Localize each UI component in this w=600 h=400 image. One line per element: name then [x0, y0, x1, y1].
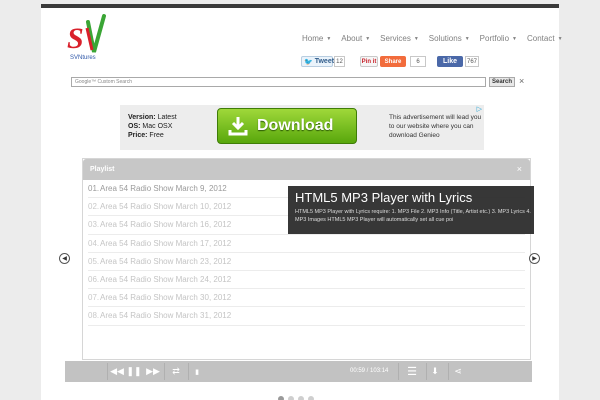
time-display: 00:59 / 103:14 [350, 368, 389, 374]
main-nav: Home ▼ About ▼ Services ▼ Solutions ▼ Portfolio ▼… [302, 34, 573, 43]
nav-item-services[interactable]: Services ▼ [380, 34, 419, 43]
twitter-bird-icon: 🐦 [304, 58, 313, 66]
price-value: Free [149, 132, 164, 139]
tweet-label: Tweet [314, 58, 335, 65]
slide-caption: HTML5 MP3 Player with Lyrics HTML5 MP3 P… [288, 186, 534, 234]
sv-logo[interactable]: S [66, 14, 106, 60]
playlist-track[interactable]: 06. Area 54 Radio Show March 24, 2012 [88, 271, 525, 290]
divider [448, 363, 449, 380]
nav-label: About [341, 34, 363, 43]
shuffle-icon[interactable]: ⇄ [168, 361, 184, 382]
nav-label: Solutions [428, 34, 462, 43]
nav-item-home[interactable]: Home ▼ [302, 34, 331, 43]
search-button[interactable]: Search [489, 77, 515, 87]
chevron-down-icon: ▼ [365, 35, 371, 42]
volume-icon[interactable]: ▮ [193, 361, 201, 382]
previous-icon[interactable]: ◀◀ [109, 361, 125, 382]
playlist-track[interactable]: 05. Area 54 Radio Show March 23, 2012 [88, 253, 525, 271]
chevron-down-icon: ▼ [512, 35, 517, 42]
divider [164, 363, 165, 380]
track-number: 06. [88, 275, 100, 285]
prev-slide-icon[interactable]: ◀ [59, 253, 70, 264]
track-title: Area 54 Radio Show March 10, 2012 [100, 202, 232, 212]
chevron-down-icon: ▼ [326, 35, 332, 42]
download-button[interactable]: Download [217, 108, 357, 144]
nav-item-solutions[interactable]: Solutions ▼ [429, 34, 470, 43]
track-number: 04. [88, 238, 100, 248]
os-label: OS: [128, 123, 141, 130]
track-title: Area 54 Radio Show March 16, 2012 [100, 220, 232, 230]
close-icon[interactable]: × [517, 164, 522, 174]
track-number: 01. [88, 184, 100, 194]
divider [426, 363, 427, 380]
facebook-like-button[interactable]: Like [437, 56, 463, 67]
search-placeholder: Google™ Custom Search [75, 79, 132, 85]
divider [398, 363, 399, 380]
playlist-title: Playlist [90, 166, 115, 173]
download-icon [228, 117, 248, 136]
slider-pagination [278, 396, 314, 400]
search-input[interactable]: Google™ Custom Search [71, 77, 486, 87]
advertisement[interactable]: ▷ Version: Latest OS: Mac OSX Price: Fre… [120, 105, 484, 150]
track-number: 07. [88, 293, 100, 303]
nav-label: Portfolio [479, 34, 510, 43]
svg-text:S: S [67, 22, 84, 55]
track-title: Area 54 Radio Show March 30, 2012 [100, 293, 232, 303]
next-icon[interactable]: ▶▶ [145, 361, 161, 382]
playlist-track[interactable]: 04. Area 54 Radio Show March 17, 2012 [88, 235, 525, 253]
track-number: 02. [88, 202, 100, 212]
next-slide-icon[interactable]: ▶ [529, 253, 540, 264]
logo-tagline: SVNtures [70, 55, 96, 61]
track-number: 08. [88, 311, 100, 321]
version-value: Latest [157, 114, 177, 121]
track-title: Area 54 Radio Show March 9, 2012 [100, 184, 227, 194]
chevron-down-icon: ▼ [413, 35, 419, 42]
download-label: Download [257, 117, 334, 134]
like-count: 767 [465, 56, 479, 67]
track-number: 03. [88, 220, 100, 230]
track-title: Area 54 Radio Show March 31, 2012 [100, 311, 232, 321]
slide-title: HTML5 MP3 Player with Lyrics [295, 190, 473, 205]
ad-info: Version: Latest OS: Mac OSX Price: Free [128, 113, 177, 140]
tweet-button[interactable]: 🐦 Tweet [301, 56, 335, 67]
track-title: Area 54 Radio Show March 17, 2012 [100, 238, 232, 248]
price-label: Price: [128, 132, 148, 139]
os-value: Mac OSX [142, 123, 173, 130]
version-label: Version: [128, 114, 156, 121]
playlist-track[interactable]: 07. Area 54 Radio Show March 30, 2012 [88, 289, 525, 308]
divider [107, 363, 108, 380]
nav-label: Services [380, 34, 411, 43]
chevron-down-icon: ▼ [557, 35, 563, 42]
playlist-header: Playlist × [83, 159, 530, 180]
chevron-down-icon: ▼ [464, 35, 470, 42]
nav-item-about[interactable]: About ▼ [341, 34, 370, 43]
top-bar [41, 4, 559, 8]
pause-icon[interactable]: ❚❚ [126, 361, 142, 382]
track-number: 05. [88, 256, 100, 266]
share-count: 6 [410, 56, 426, 67]
nav-label: Home [302, 34, 324, 43]
slider-dot[interactable] [308, 396, 314, 400]
divider [188, 363, 189, 380]
share-icon[interactable]: ⋖ [451, 361, 465, 382]
slider-dot[interactable] [298, 396, 304, 400]
close-icon[interactable]: × [519, 76, 524, 86]
player-controls: ◀◀ ❚❚ ▶▶ ⇄ ▮ 00:59 / 103:14 ☰ ⬇ ⋖ [65, 361, 532, 382]
track-title: Area 54 Radio Show March 23, 2012 [100, 256, 232, 266]
playlist-icon[interactable]: ☰ [402, 361, 422, 382]
ad-choices-icon[interactable]: ▷ [477, 105, 482, 113]
share-button[interactable]: Share [380, 56, 406, 67]
ad-text: This advertisement will lead you to our … [389, 114, 482, 139]
download-icon[interactable]: ⬇ [428, 361, 442, 382]
playlist-track[interactable]: 08. Area 54 Radio Show March 31, 2012 [88, 307, 525, 326]
nav-label: Contact [526, 34, 555, 43]
pin-it-button[interactable]: Pin it [360, 56, 378, 67]
slider-dot[interactable] [278, 396, 284, 400]
nav-item-contact[interactable]: Contact ▼ [527, 34, 563, 43]
slide-description: HTML5 MP3 Player with Lyrics require: 1.… [295, 209, 531, 223]
slider-dot[interactable] [288, 396, 294, 400]
track-title: Area 54 Radio Show March 24, 2012 [100, 275, 232, 285]
nav-item-portfolio[interactable]: Portfolio ▼ [480, 34, 517, 43]
tweet-count: 12 [334, 56, 345, 67]
